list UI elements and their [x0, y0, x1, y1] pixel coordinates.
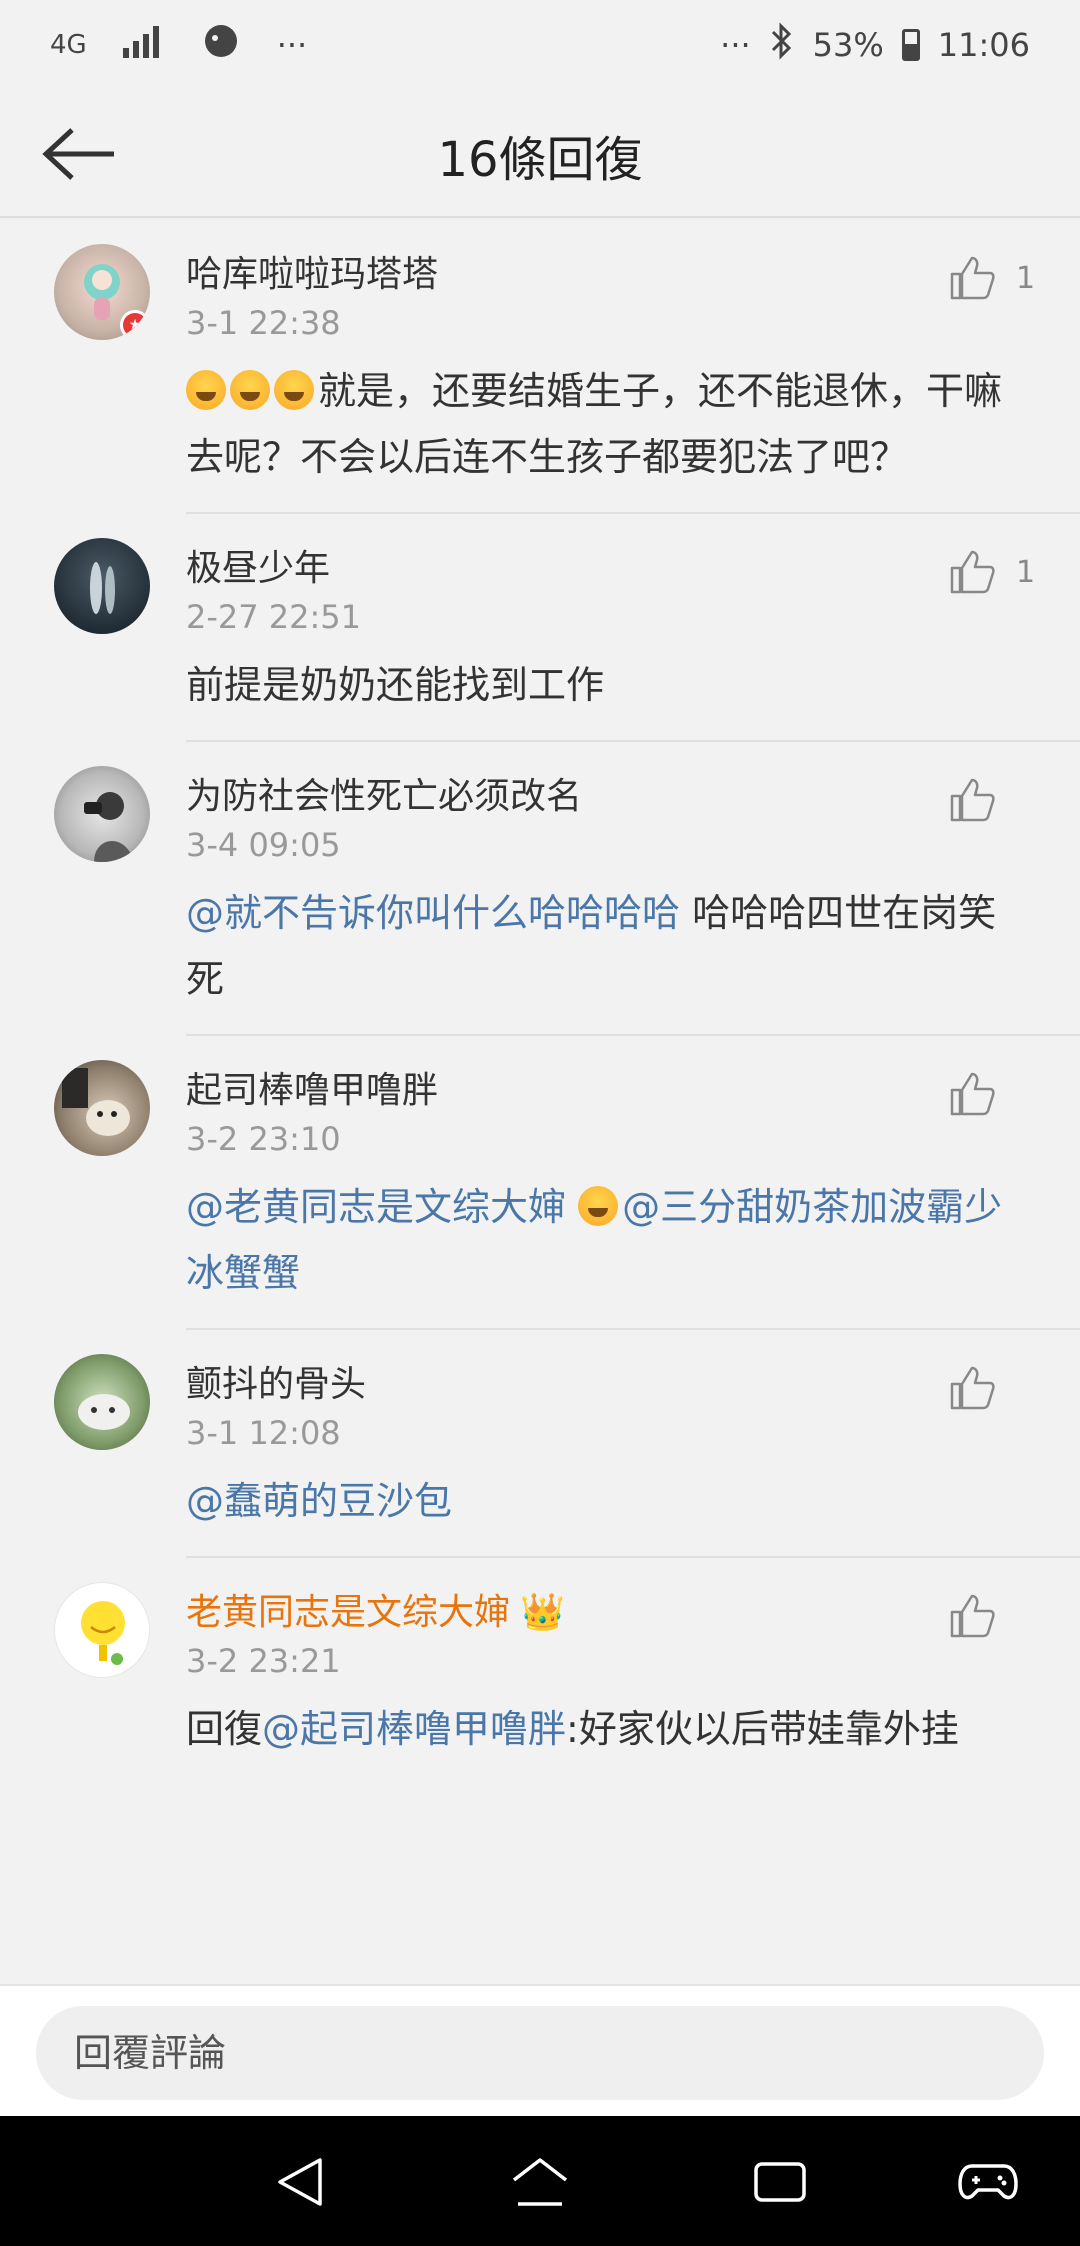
- comment-time: 3-2 23:21: [186, 1642, 341, 1680]
- comment-item[interactable]: 颤抖的骨头 3-1 12:08 @蠢萌的豆沙包: [0, 1330, 1080, 1556]
- nav-back-button[interactable]: [270, 2152, 330, 2212]
- battery-percent: 53%: [812, 26, 884, 64]
- more-notifications-icon: ···: [276, 26, 308, 64]
- nav-recents-button[interactable]: [750, 2152, 810, 2212]
- laugh-cry-emoji: [578, 1186, 619, 1226]
- gamepad-icon: [958, 2164, 1018, 2200]
- comment-text-part: :好家伙以后带娃靠外挂: [566, 1707, 959, 1751]
- thumbs-up-icon: [950, 256, 995, 300]
- avatar[interactable]: [54, 1354, 150, 1450]
- verified-badge-icon: ★: [120, 310, 150, 340]
- recents-icon: [754, 2162, 806, 2202]
- more-icon: ···: [720, 26, 751, 64]
- comment-time: 3-2 23:10: [186, 1120, 341, 1158]
- comment-author[interactable]: 哈库啦啦玛塔塔: [186, 220, 1030, 300]
- like-button[interactable]: [948, 1066, 1040, 1122]
- comment-list: ★ 哈库啦啦玛塔塔 3-1 22:38 就是，还要结婚生子，还不能退休，干嘛去呢…: [0, 220, 1080, 1784]
- like-count: 1: [1016, 260, 1036, 296]
- like-button[interactable]: 1: [948, 250, 1040, 306]
- comment-item[interactable]: ★ 哈库啦啦玛塔塔 3-1 22:38 就是，还要结婚生子，还不能退休，干嘛去呢…: [0, 220, 1080, 512]
- avatar[interactable]: ★: [54, 244, 150, 340]
- comment-time: 3-1 12:08: [186, 1414, 341, 1452]
- thumbs-up-icon: [950, 1072, 995, 1116]
- like-count: 1: [1016, 554, 1036, 590]
- comment-text: @就不告诉你叫什么哈哈哈哈 哈哈哈四世在岗笑死: [186, 872, 1030, 1034]
- comment-item[interactable]: 老黄同志是文综大婶 👑 3-2 23:21 回復@起司棒噜甲噜胖:好家伙以后带娃靠…: [0, 1558, 1080, 1784]
- thumbs-up-icon: [950, 550, 995, 594]
- battery-icon: [901, 29, 920, 61]
- home-icon: [512, 2158, 568, 2206]
- comment-time: 3-4 09:05: [186, 826, 341, 864]
- comment-author[interactable]: 极昼少年: [186, 514, 1030, 594]
- comment-item[interactable]: 极昼少年 2-27 22:51 前提是奶奶还能找到工作 1: [0, 514, 1080, 740]
- thumbs-up-icon: [950, 778, 995, 822]
- comment-text: 回復@起司棒噜甲噜胖:好家伙以后带娃靠外挂: [186, 1688, 1030, 1784]
- nav-home-button[interactable]: [510, 2152, 570, 2212]
- status-right: ··· 53% 11:06: [720, 22, 1030, 68]
- mention-link[interactable]: @老黄同志是文综大婶: [186, 1185, 578, 1229]
- navigation-bar: [0, 2116, 1080, 2246]
- like-button[interactable]: [948, 1360, 1040, 1416]
- mention-link[interactable]: @就不告诉你叫什么哈哈哈哈: [186, 891, 680, 935]
- header: 16條回復: [0, 90, 1080, 218]
- nav-game-button[interactable]: [958, 2152, 1018, 2212]
- comment-text-part: 回復: [186, 1707, 263, 1751]
- comment-text: @蠢萌的豆沙包: [186, 1460, 1030, 1556]
- page-title: 16條回復: [437, 132, 643, 188]
- comment-text: 就是，还要结婚生子，还不能退休，干嘛去呢？不会以后连不生孩子都要犯法了吧？: [186, 350, 1030, 512]
- comment-author[interactable]: 颤抖的骨头: [186, 1330, 1030, 1410]
- network-indicator: 4G: [50, 30, 87, 60]
- author-name: 老黄同志是文综大婶: [186, 1592, 511, 1633]
- clock: 11:06: [937, 26, 1030, 64]
- status-bar: 4G ··· ··· 53% 11:06: [0, 0, 1080, 90]
- comment-text: @老黄同志是文综大婶 @三分甜奶茶加波霸少冰蟹蟹: [186, 1166, 1030, 1328]
- app-notification-icon: [199, 21, 243, 69]
- reply-bar: 回覆評論: [0, 1984, 1080, 2116]
- avatar[interactable]: [54, 766, 150, 862]
- avatar[interactable]: [54, 538, 150, 634]
- signal-icon: [121, 24, 165, 66]
- comment-text-part: 前提是奶奶还能找到工作: [186, 663, 605, 707]
- thumbs-up-icon: [950, 1366, 995, 1410]
- laugh-cry-emoji: [274, 370, 314, 410]
- crown-badge-icon: 👑: [520, 1592, 565, 1633]
- like-button[interactable]: [948, 772, 1040, 828]
- triangle-back-icon: [278, 2158, 322, 2206]
- like-button[interactable]: [948, 1588, 1040, 1644]
- mention-link[interactable]: @起司棒噜甲噜胖: [262, 1707, 566, 1751]
- avatar[interactable]: [54, 1582, 150, 1678]
- thumbs-up-icon: [950, 1594, 995, 1638]
- reply-input[interactable]: 回覆評論: [36, 2006, 1044, 2100]
- comment-time: 2-27 22:51: [186, 598, 362, 636]
- comment-author[interactable]: 老黄同志是文综大婶 👑: [186, 1558, 1030, 1638]
- comment-author[interactable]: 为防社会性死亡必须改名: [186, 742, 1030, 822]
- mention-link[interactable]: @蠢萌的豆沙包: [186, 1479, 452, 1523]
- status-left: 4G ···: [50, 21, 720, 69]
- laugh-cry-emoji: [230, 370, 270, 410]
- comment-time: 3-1 22:38: [186, 304, 341, 342]
- comment-author[interactable]: 起司棒噜甲噜胖: [186, 1036, 1030, 1116]
- comment-item[interactable]: 为防社会性死亡必须改名 3-4 09:05 @就不告诉你叫什么哈哈哈哈 哈哈哈四…: [0, 742, 1080, 1034]
- comment-text: 前提是奶奶还能找到工作: [186, 644, 1030, 740]
- laugh-cry-emoji: [186, 370, 226, 410]
- like-button[interactable]: 1: [948, 544, 1040, 600]
- bluetooth-icon: [769, 22, 795, 68]
- comment-item[interactable]: 起司棒噜甲噜胖 3-2 23:10 @老黄同志是文综大婶 @三分甜奶茶加波霸少冰…: [0, 1036, 1080, 1328]
- avatar[interactable]: [54, 1060, 150, 1156]
